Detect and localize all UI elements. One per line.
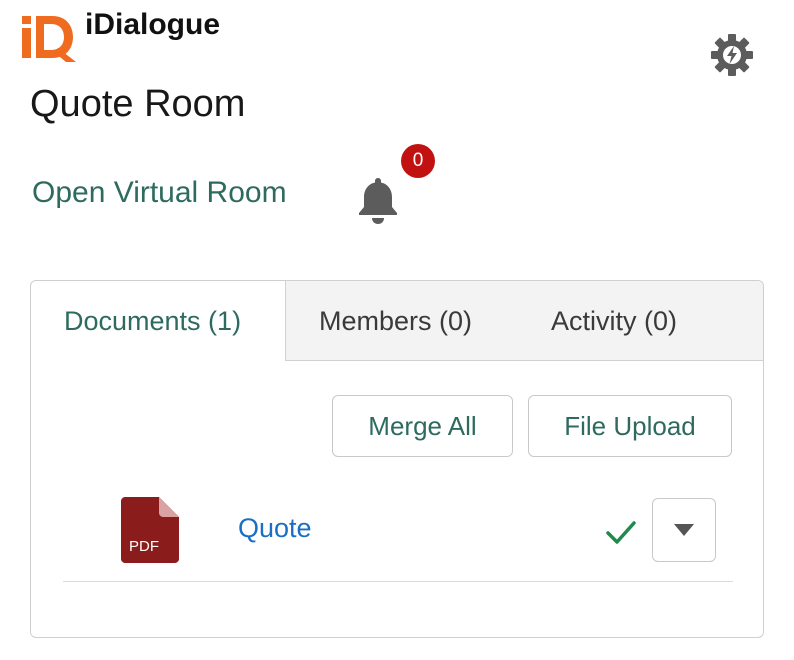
table-row: PDF Quote xyxy=(63,491,733,582)
documents-panel: Documents (1) Members (0) Activity (0) M… xyxy=(30,280,764,638)
idialogue-logo xyxy=(22,16,76,62)
open-virtual-room-link[interactable]: Open Virtual Room xyxy=(32,176,287,210)
bell-icon[interactable] xyxy=(352,174,404,226)
gear-lightning-icon[interactable] xyxy=(708,31,756,79)
check-icon xyxy=(606,521,636,544)
brand-name: iDialogue xyxy=(85,8,221,41)
notification-badge: 0 xyxy=(401,144,435,178)
pdf-file-icon: PDF xyxy=(121,497,179,563)
brand xyxy=(18,12,78,62)
file-upload-button[interactable]: File Upload xyxy=(528,395,732,457)
document-link[interactable]: Quote xyxy=(238,513,312,544)
page-title: Quote Room xyxy=(30,83,246,125)
tab-bar: Documents (1) Members (0) Activity (0) xyxy=(31,281,763,361)
document-actions-dropdown[interactable] xyxy=(652,498,716,562)
pdf-file-type-label: PDF xyxy=(129,538,159,555)
tab-activity[interactable]: Activity (0) xyxy=(551,281,677,361)
merge-all-button[interactable]: Merge All xyxy=(332,395,513,457)
tab-members[interactable]: Members (0) xyxy=(319,281,472,361)
tab-documents[interactable]: Documents (1) xyxy=(64,281,241,361)
caret-down-icon xyxy=(674,524,694,536)
